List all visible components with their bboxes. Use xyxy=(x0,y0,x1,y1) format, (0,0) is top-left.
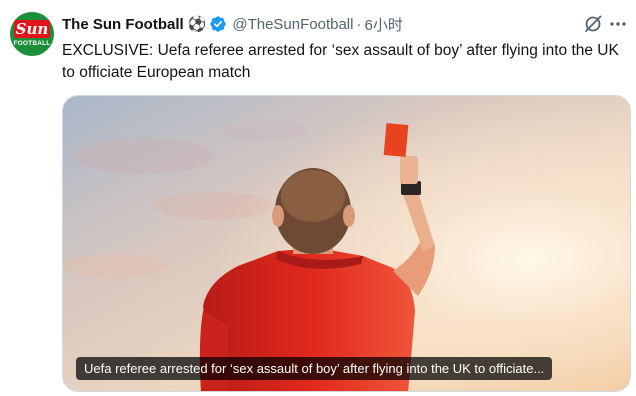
tweet-timestamp[interactable]: 6小时 xyxy=(364,14,402,35)
account-handle[interactable]: @TheSunFootball xyxy=(232,16,353,33)
soccer-ball-emoji: ⚽ xyxy=(187,15,207,33)
avatar[interactable]: Sun FOOTBALL xyxy=(10,12,54,56)
grok-icon[interactable] xyxy=(583,14,603,34)
tweet-image[interactable] xyxy=(62,95,631,392)
account-name[interactable]: The Sun Football xyxy=(62,16,184,33)
verified-badge-icon[interactable] xyxy=(209,15,227,33)
tweet-text: EXCLUSIVE: Uefa referee arrested for ‘se… xyxy=(62,42,619,81)
more-icon[interactable] xyxy=(608,14,628,34)
separator-dot: · xyxy=(356,15,362,33)
tweet-header: The Sun Football ⚽ @TheSunFootball · 6小时 xyxy=(62,13,403,35)
image-caption: Uefa referee arrested for ‘sex assault o… xyxy=(76,357,553,380)
avatar-logo-text: Sun xyxy=(14,20,50,38)
referee-photo xyxy=(63,96,630,391)
avatar-logo-subtext: FOOTBALL xyxy=(13,40,51,47)
